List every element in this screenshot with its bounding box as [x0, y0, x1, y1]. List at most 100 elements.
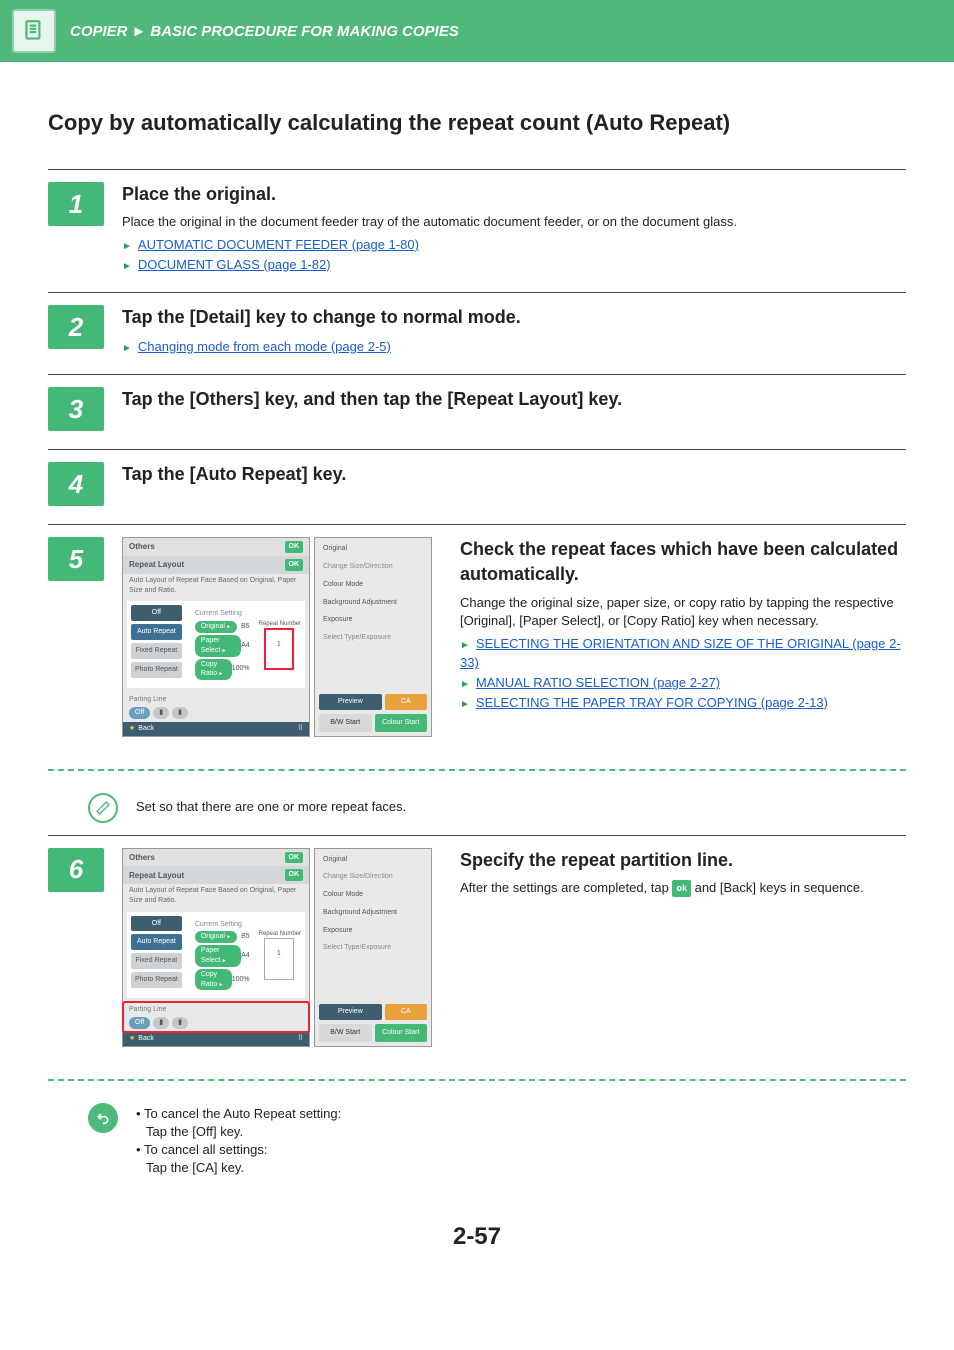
page-title: Copy by automatically calculating the re…	[48, 108, 906, 139]
side-exposure-sub: Select Type/Exposure	[319, 631, 427, 645]
parting-opt-icon: ▮	[153, 1017, 169, 1029]
step-2: 2 Tap the [Detail] key to change to norm…	[48, 292, 906, 374]
footer-icons: ⠿	[298, 724, 303, 734]
step-1-desc: Place the original in the document feede…	[122, 213, 906, 231]
back-button: Back	[138, 1035, 154, 1042]
link-ratio[interactable]: MANUAL RATIO SELECTION (page 2-27)	[476, 675, 720, 690]
tab-auto-repeat: Auto Repeat	[131, 624, 182, 640]
side-original: Original	[319, 853, 427, 867]
ok-icon: OK	[285, 852, 304, 864]
ca-button: CA	[385, 694, 427, 710]
note-2: To cancel the Auto Repeat setting: Tap t…	[48, 1095, 906, 1190]
tab-photo-repeat: Photo Repeat	[131, 662, 182, 678]
step-6-desc: After the settings are completed, tap ok…	[460, 879, 864, 897]
step-number: 3	[48, 387, 104, 431]
tab-auto-repeat: Auto Repeat	[131, 934, 182, 950]
cancel-all-label: To cancel all settings:	[136, 1141, 341, 1159]
side-original: Original	[319, 542, 427, 556]
link-adf[interactable]: AUTOMATIC DOCUMENT FEEDER (page 1-80)	[138, 237, 419, 252]
btn-original: Original	[195, 621, 237, 633]
page-number: 2-57	[48, 1220, 906, 1254]
step-6-desc-a: After the settings are completed, tap	[460, 880, 672, 895]
val-paper: A4	[241, 641, 250, 651]
breadcrumb-a[interactable]: COPIER	[70, 21, 128, 42]
cancel-auto-label: To cancel the Auto Repeat setting:	[136, 1105, 341, 1123]
step-number: 2	[48, 305, 104, 349]
step-3-title: Tap the [Others] key, and then tap the […	[122, 387, 906, 412]
mock-subtitle: Auto Layout of Repeat Face Based on Orig…	[123, 574, 309, 598]
mock-others: Others	[129, 541, 155, 552]
cancel-auto-action: Tap the [Off] key.	[136, 1123, 341, 1141]
separator	[48, 1079, 906, 1081]
tab-photo-repeat: Photo Repeat	[131, 972, 182, 988]
btn-paper-select: Paper Select	[195, 945, 241, 967]
step-3: 3 Tap the [Others] key, and then tap the…	[48, 374, 906, 449]
header-bar: COPIER ► BASIC PROCEDURE FOR MAKING COPI…	[0, 0, 954, 62]
step-number: 1	[48, 182, 104, 226]
side-colour-mode: Colour Mode	[319, 578, 427, 592]
preview-button: Preview	[319, 1004, 382, 1020]
val-paper: A4	[241, 951, 250, 961]
copier-icon	[12, 9, 56, 53]
tab-off: Off	[131, 916, 182, 932]
note-2-text: To cancel the Auto Repeat setting: Tap t…	[136, 1103, 341, 1178]
step-6: 6 OthersOK Repeat LayoutOK Auto Layout o…	[48, 835, 906, 1065]
parting-opt-icon: ▮	[172, 707, 188, 719]
step-number: 5	[48, 537, 104, 581]
back-button: Back	[138, 725, 154, 732]
side-colour-mode: Colour Mode	[319, 888, 427, 902]
breadcrumb-sep: ►	[132, 21, 147, 42]
val-ratio: 100%	[232, 664, 250, 674]
step-6-title: Specify the repeat partition line.	[460, 848, 864, 873]
screenshot-step6: OthersOK Repeat LayoutOK Auto Layout of …	[122, 848, 432, 1047]
btn-paper-select: Paper Select	[195, 635, 241, 657]
parting-off: Off	[129, 707, 150, 719]
separator	[48, 769, 906, 771]
parting-off: Off	[129, 1017, 150, 1029]
bw-start-button: B/W Start	[319, 714, 372, 732]
btn-copy-ratio: Copy Ratio	[195, 969, 232, 991]
step-5: 5 OthersOK Repeat LayoutOK Auto Layout o…	[48, 524, 906, 754]
link-paper-tray[interactable]: SELECTING THE PAPER TRAY FOR COPYING (pa…	[476, 695, 828, 710]
mock-current-setting: Current Setting	[193, 919, 252, 931]
val-ratio: 100%	[232, 975, 250, 985]
mock-others: Others	[129, 852, 155, 863]
link-glass[interactable]: DOCUMENT GLASS (page 1-82)	[138, 257, 331, 272]
val-original: B5	[241, 932, 250, 942]
ca-button: CA	[385, 1004, 427, 1020]
mock-repeat-layout: Repeat Layout	[129, 870, 184, 881]
screenshot-step5: OthersOK Repeat LayoutOK Auto Layout of …	[122, 537, 432, 736]
step-1: 1 Place the original. Place the original…	[48, 169, 906, 293]
link-change-mode[interactable]: Changing mode from each mode (page 2-5)	[138, 339, 391, 354]
mock-current-setting: Current Setting	[193, 608, 252, 620]
side-background: Background Adjustment	[319, 596, 427, 610]
side-background: Background Adjustment	[319, 906, 427, 920]
btn-copy-ratio: Copy Ratio	[195, 659, 232, 681]
parting-opt-icon: ▮	[172, 1017, 188, 1029]
side-exposure: Exposure	[319, 613, 427, 627]
note-1-text: Set so that there are one or more repeat…	[136, 793, 906, 816]
link-orientation[interactable]: SELECTING THE ORIENTATION AND SIZE OF TH…	[460, 636, 901, 671]
cancel-all-action: Tap the [CA] key.	[136, 1159, 341, 1177]
step-1-title: Place the original.	[122, 182, 906, 207]
breadcrumb-b[interactable]: BASIC PROCEDURE FOR MAKING COPIES	[150, 21, 458, 42]
side-original-sub: Change Size/Direction	[319, 560, 427, 574]
ok-icon: OK	[285, 541, 304, 553]
colour-start-button: Colour Start	[375, 1024, 428, 1042]
tab-off: Off	[131, 605, 182, 621]
bw-start-button: B/W Start	[319, 1024, 372, 1042]
step-4: 4 Tap the [Auto Repeat] key.	[48, 449, 906, 524]
undo-icon	[88, 1103, 118, 1133]
parting-opt-icon: ▮	[153, 707, 169, 719]
step-5-desc: Change the original size, paper size, or…	[460, 594, 906, 630]
footer-icons: ⠿	[298, 1034, 303, 1044]
side-original-sub: Change Size/Direction	[319, 870, 427, 884]
repeat-number-value: 1	[277, 641, 281, 648]
parting-line-label: Parting Line	[129, 695, 303, 705]
step-2-title: Tap the [Detail] key to change to normal…	[122, 305, 906, 330]
pencil-icon	[88, 793, 118, 823]
ok-icon: OK	[285, 559, 304, 571]
step-6-desc-b: and [Back] keys in sequence.	[695, 880, 864, 895]
tab-fixed-repeat: Fixed Repeat	[131, 643, 182, 659]
val-original: B5	[241, 622, 250, 632]
